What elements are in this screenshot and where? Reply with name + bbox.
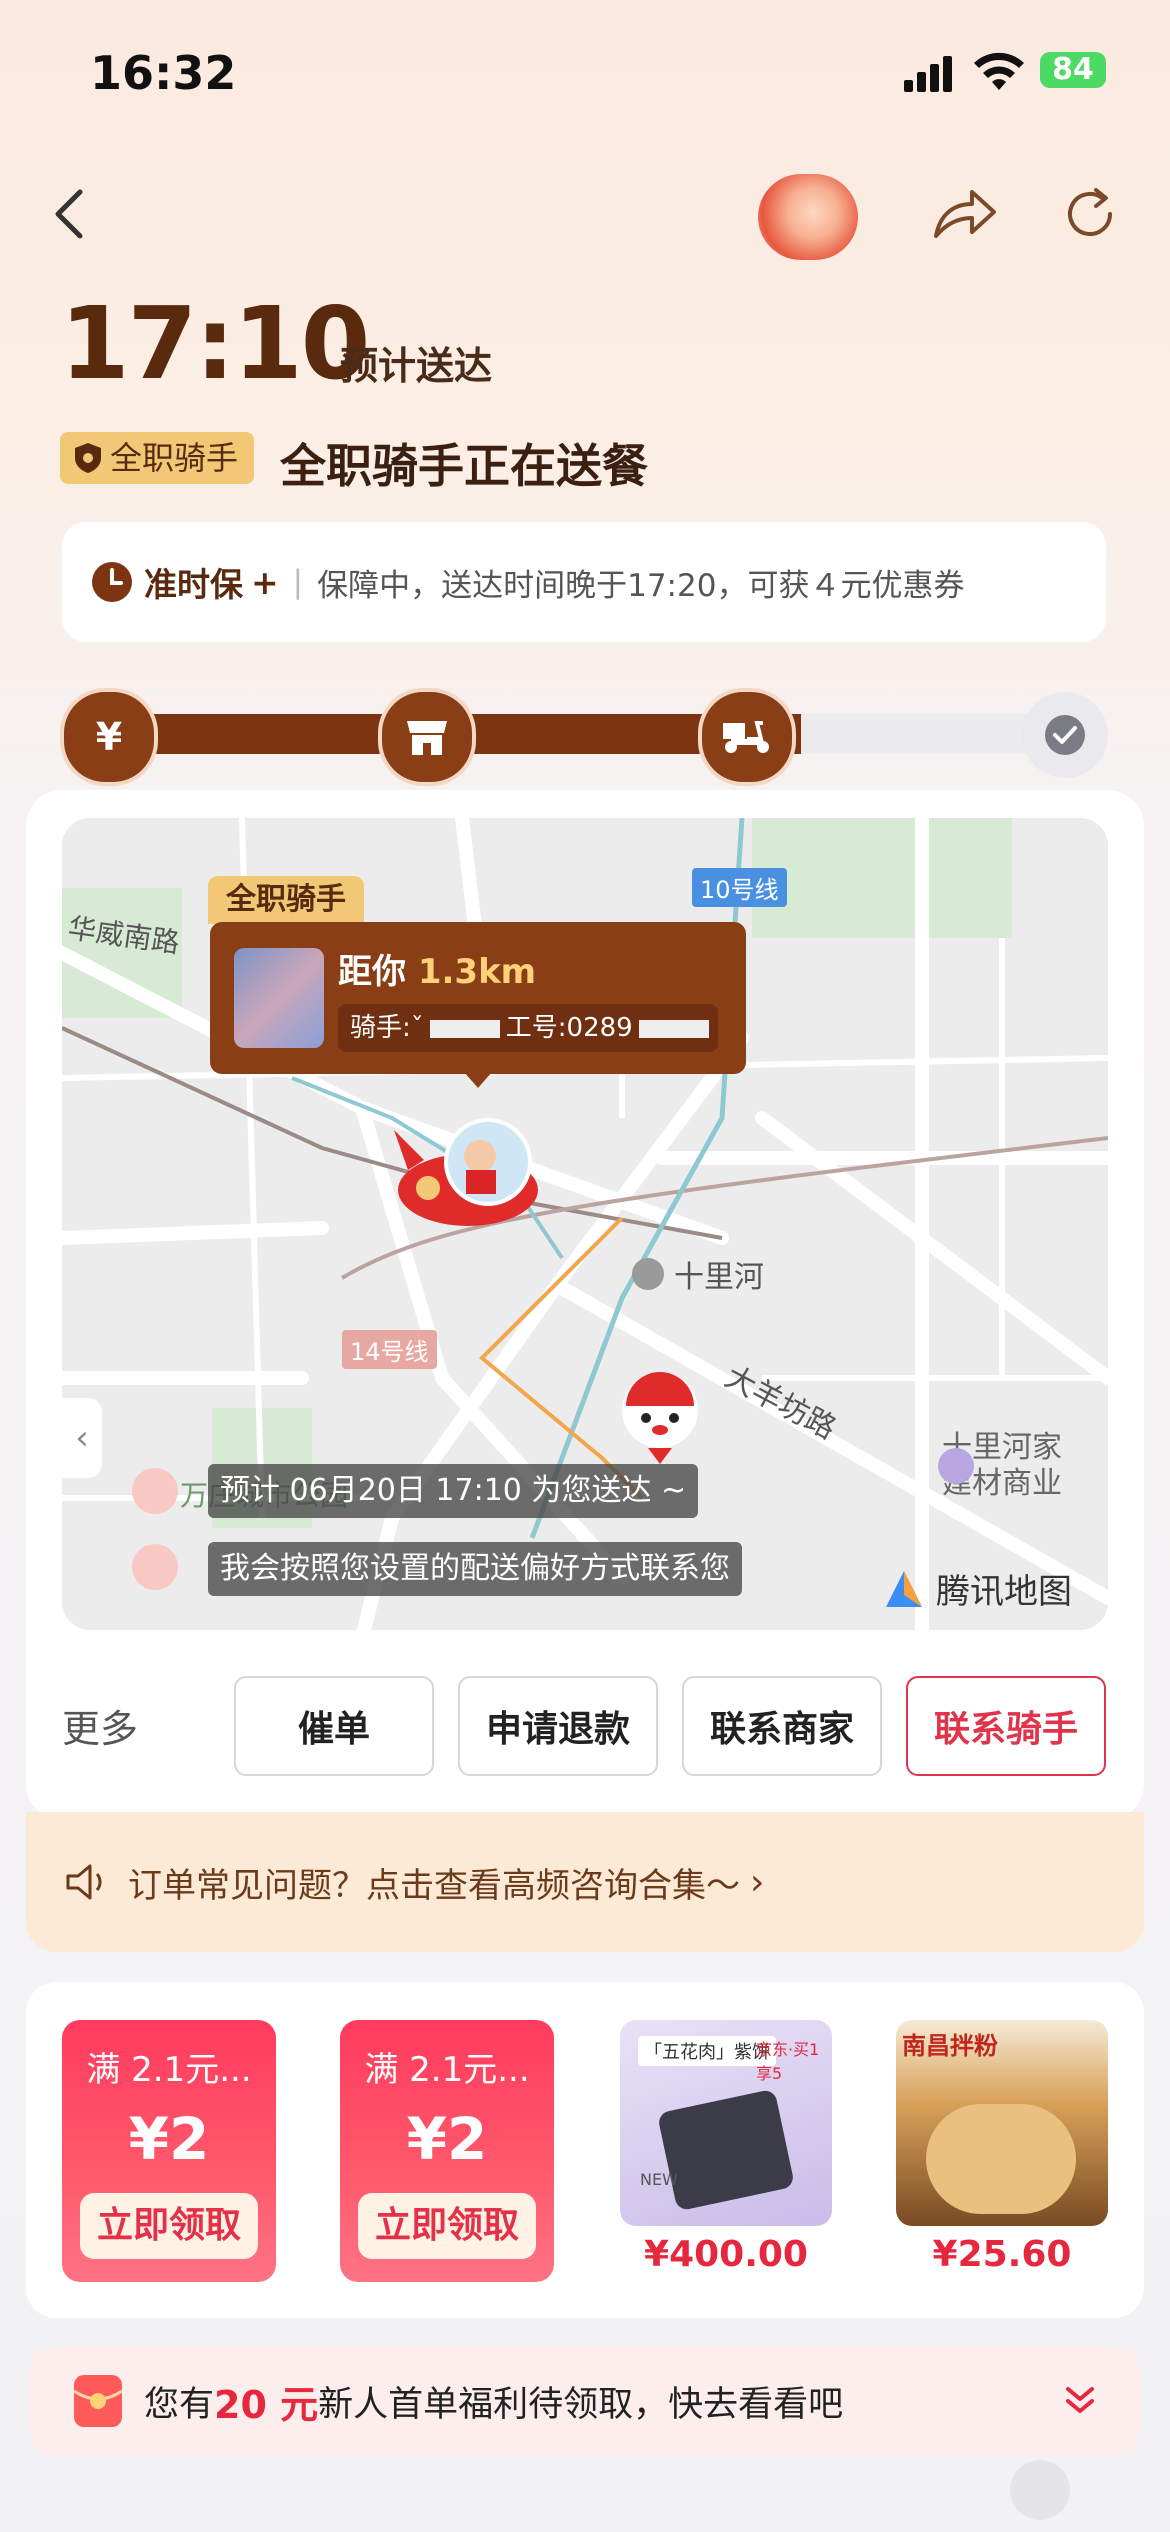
clock-icon [92, 562, 132, 602]
claim-coupon-button[interactable]: 立即领取 [80, 2193, 258, 2259]
back-arrow-icon[interactable] [42, 184, 102, 244]
cellular-signal-icon [904, 52, 952, 92]
shield-icon [75, 443, 101, 473]
on-time-guarantee-banner[interactable]: 准时保 + | 保障中，送达时间晚于17:20，可获４元优惠券 [62, 522, 1106, 642]
battery-indicator: 84 [1040, 52, 1106, 88]
tencent-map-icon [886, 1570, 922, 1607]
product-box-icon [656, 2088, 796, 2212]
speaker-icon [66, 1864, 102, 1900]
urge-order-button[interactable]: 催单 [234, 1676, 434, 1776]
contact-rider-button[interactable]: 联系骑手 [906, 1676, 1106, 1776]
product-price: ¥25.60 [932, 2234, 1072, 2275]
rider-mini-avatar-icon [132, 1468, 178, 1514]
product-image-mooncake[interactable]: 「五花肉」紫饼 京东·买1享5 NEW [620, 2020, 832, 2226]
benefit-suffix: 新人首单福利待领取，快去看看吧 [318, 2384, 844, 2425]
map-label-shilihe: 十里河 [674, 1260, 764, 1295]
product-image-noodles[interactable]: 南昌拌粉 [896, 2020, 1108, 2226]
guarantee-plus: + [251, 562, 279, 602]
map-provider-label: 腾讯地图 [936, 1572, 1072, 1612]
rider-name-prefix: 骑手: [350, 1013, 411, 1043]
pay-icon: ¥ [60, 688, 158, 786]
rider-type-label: 全职骑手 [110, 439, 239, 477]
rider-spaceship-icon [394, 1118, 538, 1226]
store-icon [378, 688, 476, 786]
map-rider-tag: 全职骑手 [208, 876, 364, 924]
chevron-right-icon: › [750, 1861, 765, 1903]
order-status: 全职骑手正在送餐 [280, 439, 648, 493]
collapse-chevron-left-icon[interactable]: ‹ [62, 1398, 102, 1478]
rider-type-tag: 全职骑手 [60, 432, 255, 484]
rider-callout[interactable]: 距你 1.3km 骑手:ˇ 工号:0289 [210, 922, 746, 1074]
contact-merchant-button[interactable]: 联系商家 [682, 1676, 882, 1776]
product-image-text: 京东·买1享5 [756, 2040, 820, 2083]
wifi-icon [974, 52, 1024, 90]
coupon-title: 满 2.1元... [364, 2050, 530, 2090]
assistant-avatar[interactable] [758, 174, 858, 260]
new-user-benefit-bar[interactable]: 您有 20 元 新人首单福利待领取，快去看看吧 [30, 2346, 1140, 2456]
employee-id: 工号:0289 [505, 1013, 633, 1043]
map-provider-logo: 腾讯地图 [882, 1564, 1072, 1613]
destination-marker-icon [622, 1372, 698, 1464]
product-price: ¥400.00 [644, 2234, 808, 2275]
status-time: 16:32 [90, 46, 237, 100]
coupon-title: 满 2.1元... [86, 2050, 252, 2090]
share-icon[interactable] [930, 184, 1000, 244]
distance-prefix: 距你 [338, 952, 406, 992]
benefit-amount: 20 元 [214, 2382, 319, 2427]
home-indicator [1010, 2460, 1070, 2520]
rider-name-masked: ˇ [410, 1013, 424, 1043]
rider-avatar [234, 948, 324, 1048]
callout-pointer [464, 1072, 492, 1088]
station-icon [632, 1258, 664, 1290]
check-icon [1022, 692, 1108, 778]
map-label-line10: 10号线 [692, 868, 787, 907]
rider-message-contact: 我会按照您设置的配送偏好方式联系您 [208, 1542, 742, 1596]
request-refund-button[interactable]: 申请退款 [458, 1676, 658, 1776]
benefit-prefix: 您有 [144, 2384, 215, 2425]
eta-label: 预计送达 [340, 344, 493, 388]
double-chevron-down-icon[interactable] [1060, 2381, 1100, 2421]
rider-distance: 距你 1.3km [338, 944, 536, 993]
eta-time: 17:10 [60, 285, 370, 402]
refresh-icon[interactable] [1060, 184, 1120, 244]
coupon-card[interactable]: 满 2.1元... ¥2 立即领取 [340, 2020, 554, 2282]
more-actions[interactable]: 更多 [62, 1698, 138, 1753]
guarantee-title: 准时保 [144, 565, 243, 604]
distance-value: 1.3km [417, 952, 537, 992]
rider-id-row: 骑手:ˇ 工号:0289 [338, 1004, 718, 1052]
map-label-station: 十里河 [632, 1252, 764, 1296]
product-image-text: 南昌拌粉 [902, 2032, 998, 2060]
scooter-icon [698, 688, 796, 786]
coupon-amount: ¥2 [406, 2105, 488, 2173]
noodle-bowl-icon [926, 2104, 1076, 2214]
map-label-line14: 14号线 [342, 1330, 437, 1369]
coupon-card[interactable]: 满 2.1元... ¥2 立即领取 [62, 2020, 276, 2282]
rider-message-eta: 预计 06月20日 17:10 为您送达 ~ [208, 1464, 699, 1518]
poi-marker-icon [938, 1448, 974, 1484]
divider: | [292, 564, 304, 600]
guarantee-text: 保障中，送达时间晚于17:20，可获４元优惠券 [317, 567, 965, 604]
faq-banner[interactable]: 订单常见问题？点击查看高频咨询合集～ › [26, 1812, 1144, 1952]
product-image-text: NEW [640, 2170, 678, 2189]
faq-text: 订单常见问题？点击查看高频咨询合集～ [128, 1865, 740, 1906]
red-envelope-icon [73, 2375, 123, 2427]
claim-coupon-button[interactable]: 立即领取 [358, 2193, 536, 2259]
coupon-amount: ¥2 [128, 2105, 210, 2173]
delivery-map[interactable]: 华威南路 10号线 14号线 十里河 大羊坊路 万庄城市公园 十里河家 建材商业… [62, 818, 1108, 1630]
rider-mini-avatar-icon [132, 1544, 178, 1590]
